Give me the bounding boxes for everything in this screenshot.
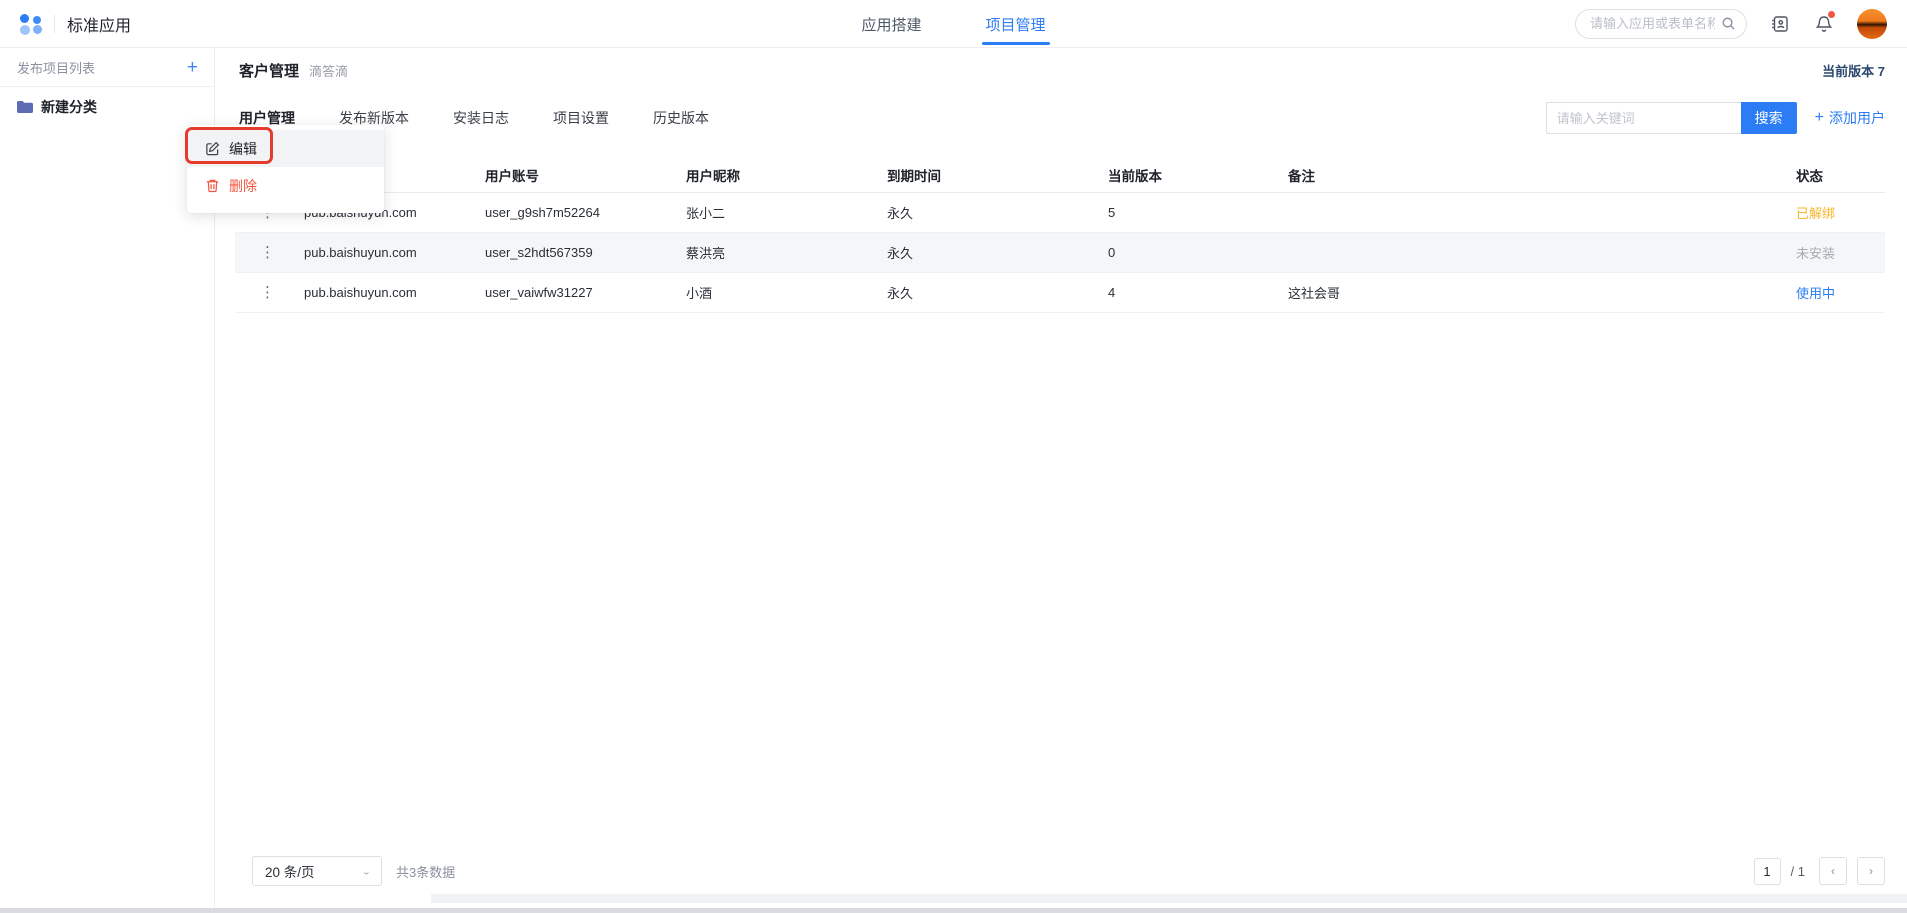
tab-install-log[interactable]: 安装日志	[453, 108, 509, 128]
contacts-book-icon[interactable]	[1769, 13, 1791, 35]
status-badge: 未安装	[1796, 246, 1835, 261]
row-actions-icon[interactable]: ⋮	[239, 243, 296, 261]
next-page-button[interactable]: ›	[1857, 857, 1885, 885]
sidebar-item-category[interactable]: 新建分类	[0, 87, 214, 127]
cell-version: 5	[1104, 192, 1284, 232]
brand: 标准应用	[20, 12, 131, 36]
plus-icon: +	[1815, 110, 1824, 126]
table-row: ⋮ pub.baishuyun.com user_s2hdt567359 蔡洪亮…	[235, 232, 1885, 272]
sidebar-item-label: 新建分类	[41, 97, 97, 117]
top-bar: 标准应用 应用搭建 项目管理	[0, 0, 1907, 48]
topbar-right	[1575, 9, 1887, 39]
project-header: 客户管理 滴答滴 当前版本 7	[215, 48, 1907, 92]
add-user-label: 添加用户	[1829, 108, 1885, 128]
col-status: 状态	[1792, 158, 1885, 192]
cell-nickname: 蔡洪亮	[682, 232, 883, 272]
cell-version: 4	[1104, 272, 1284, 312]
horizontal-scrollbar[interactable]	[0, 908, 1907, 913]
total-count-label: 共3条数据	[396, 862, 455, 881]
cell-domain: pub.baishuyun.com	[300, 232, 481, 272]
col-nickname: 用户昵称	[682, 158, 883, 192]
global-search[interactable]	[1575, 9, 1747, 39]
tab-project-manage[interactable]: 项目管理	[986, 0, 1046, 48]
notification-bell-icon[interactable]	[1813, 13, 1835, 35]
col-version: 当前版本	[1104, 158, 1284, 192]
context-menu-edit[interactable]: 编辑	[187, 130, 384, 167]
toolbar-right: 搜索 + 添加用户	[1546, 102, 1885, 134]
user-table: 用户账号 用户昵称 到期时间 当前版本 备注 状态 ⋮ pub.baishuyu…	[235, 158, 1885, 313]
cell-expire: 永久	[883, 192, 1104, 232]
sidebar-title: 发布项目列表	[17, 58, 95, 77]
context-menu-delete-label: 删除	[229, 176, 257, 196]
table-row: ⋮ pub.baishuyun.com user_vaiwfw31227 小酒 …	[235, 272, 1885, 312]
cell-account: user_g9sh7m52264	[481, 192, 682, 232]
keyword-input[interactable]	[1546, 102, 1741, 134]
top-nav: 应用搭建 项目管理	[861, 0, 1045, 48]
add-category-button[interactable]: +	[187, 58, 198, 77]
cell-expire: 永久	[883, 232, 1104, 272]
user-table-wrap: 用户账号 用户昵称 到期时间 当前版本 备注 状态 ⋮ pub.baishuyu…	[215, 144, 1907, 313]
tab-app-build[interactable]: 应用搭建	[861, 0, 921, 48]
cell-account: user_vaiwfw31227	[481, 272, 682, 312]
cell-version: 0	[1104, 232, 1284, 272]
col-remark: 备注	[1284, 158, 1792, 192]
sidebar: 发布项目列表 + 新建分类	[0, 48, 215, 908]
app-logo-icon[interactable]	[20, 13, 42, 35]
folder-icon	[17, 100, 33, 114]
search-button[interactable]: 搜索	[1741, 102, 1797, 134]
trash-icon	[205, 178, 220, 193]
table-row: ⋮ pub.baishuyun.com user_g9sh7m52264 张小二…	[235, 192, 1885, 232]
status-badge: 已解绑	[1796, 206, 1835, 221]
cell-nickname: 张小二	[682, 192, 883, 232]
notification-badge	[1828, 11, 1835, 18]
col-account: 用户账号	[481, 158, 682, 192]
cell-remark	[1284, 192, 1792, 232]
context-menu-edit-label: 编辑	[229, 139, 257, 159]
page-subtitle: 滴答滴	[309, 61, 348, 80]
current-version-label: 当前版本 7	[1822, 61, 1885, 80]
search-icon	[1721, 16, 1736, 31]
tab-history-version[interactable]: 历史版本	[653, 108, 709, 128]
main-panel: 客户管理 滴答滴 当前版本 7 用户管理 发布新版本 安装日志 项目设置 历史版…	[215, 48, 1907, 908]
cell-remark	[1284, 232, 1792, 272]
page-size-select[interactable]: 20 条/页 ⌄	[252, 856, 382, 886]
cell-account: user_s2hdt567359	[481, 232, 682, 272]
cell-nickname: 小酒	[682, 272, 883, 312]
sidebar-header: 发布项目列表 +	[0, 48, 214, 87]
global-search-input[interactable]	[1590, 16, 1715, 31]
pager-controls: / 1 ‹ ›	[1754, 857, 1885, 885]
app-title: 标准应用	[67, 12, 131, 36]
row-actions-icon[interactable]: ⋮	[239, 283, 296, 301]
row-context-menu: 编辑 删除	[187, 125, 384, 213]
cell-expire: 永久	[883, 272, 1104, 312]
edit-icon	[205, 141, 220, 156]
page-title: 客户管理	[239, 60, 299, 81]
table-header-row: 用户账号 用户昵称 到期时间 当前版本 备注 状态	[235, 158, 1885, 192]
tab-project-settings[interactable]: 项目设置	[553, 108, 609, 128]
page-number-input[interactable]	[1754, 858, 1781, 885]
divider	[54, 15, 55, 33]
add-user-button[interactable]: + 添加用户	[1815, 108, 1885, 128]
page-size-value: 20 条/页	[265, 861, 315, 881]
cell-domain: pub.baishuyun.com	[300, 272, 481, 312]
prev-page-button[interactable]: ‹	[1819, 857, 1847, 885]
page-total-label: / 1	[1791, 864, 1805, 879]
status-badge: 使用中	[1796, 286, 1835, 301]
user-avatar[interactable]	[1857, 9, 1887, 39]
toolbar: 用户管理 发布新版本 安装日志 项目设置 历史版本 搜索 + 添加用户	[215, 92, 1907, 144]
col-expire: 到期时间	[883, 158, 1104, 192]
scroll-track	[431, 894, 1907, 903]
chevron-down-icon: ⌄	[362, 866, 371, 876]
context-menu-delete[interactable]: 删除	[187, 167, 384, 204]
pagination-bar: 20 条/页 ⌄ 共3条数据 / 1 ‹ ›	[215, 856, 1907, 886]
cell-remark: 这社会哥	[1284, 272, 1792, 312]
